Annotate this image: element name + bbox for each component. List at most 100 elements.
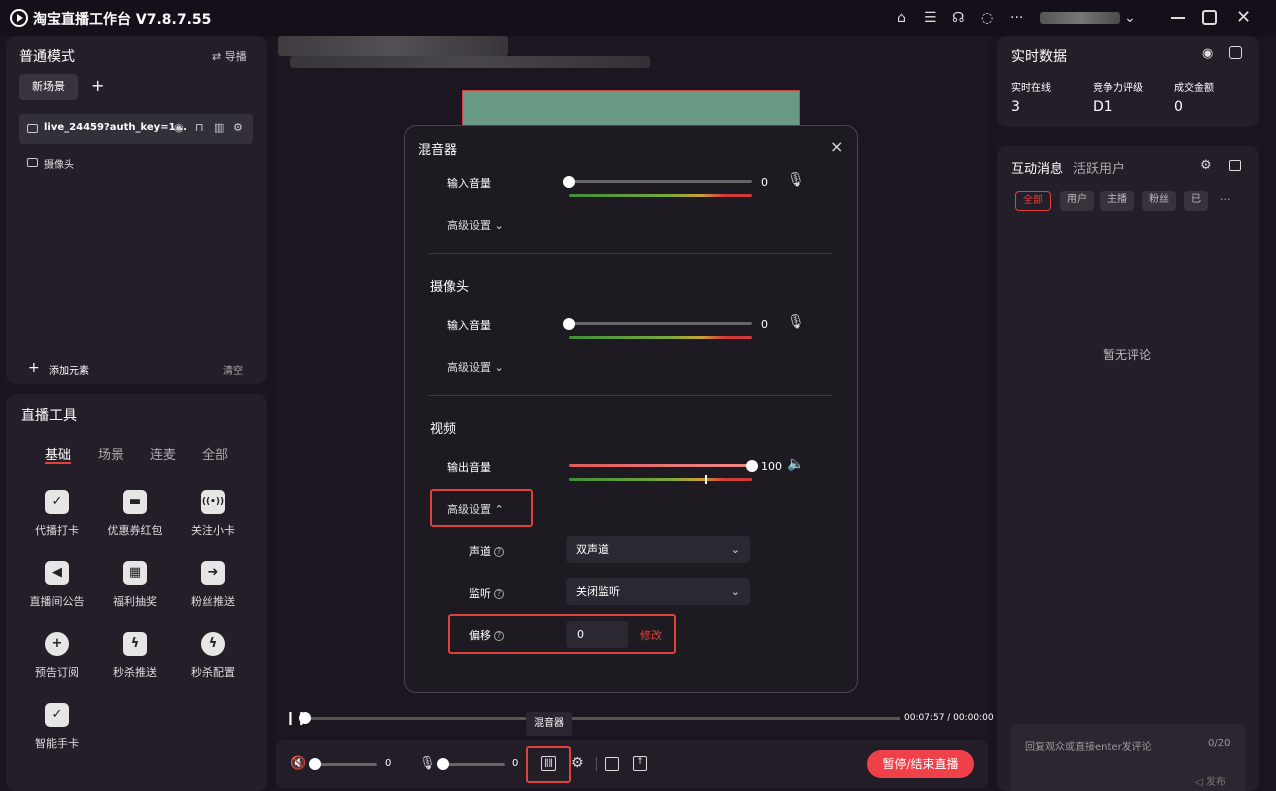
tool-smart-card[interactable]: ✓ 智能手卡	[22, 703, 92, 751]
tool-follow-card[interactable]: ((•)) 关注小卡	[178, 490, 248, 538]
list-icon[interactable]: ☰	[924, 10, 937, 26]
close-window-icon[interactable]: ✕	[1236, 7, 1251, 28]
offset-input[interactable]: 0	[566, 621, 628, 648]
trash-icon[interactable]: ▥	[214, 121, 224, 134]
push-icon: ➜	[201, 561, 225, 585]
camera-source-label[interactable]: 摄像头	[44, 156, 74, 171]
progress-track[interactable]	[305, 717, 900, 720]
tool-flash-config[interactable]: ϟ 秒杀配置	[178, 632, 248, 680]
headset-icon[interactable]: ☊	[952, 10, 964, 26]
flash-config-icon: ϟ	[201, 632, 225, 656]
tool-lottery[interactable]: ▦ 福利抽奖	[100, 561, 170, 609]
help-icon[interactable]: ?	[494, 547, 504, 557]
preview-video[interactable]	[462, 90, 800, 130]
tab-scene[interactable]: 场景	[98, 444, 124, 463]
end-live-button[interactable]: 暂停/结束直播	[867, 750, 974, 778]
channel-select[interactable]: 双声道 ⌄	[566, 536, 750, 563]
mixer-icon[interactable]: ǁǁ	[541, 756, 556, 771]
mic-volume-knob[interactable]	[437, 758, 449, 770]
mic-muted-icon[interactable]: 🎙	[787, 172, 805, 188]
monitor-select[interactable]: 关闭监听 ⌄	[566, 578, 750, 605]
camera-input-volume-slider[interactable]	[569, 322, 752, 325]
subscribe-icon: +	[45, 632, 69, 656]
filter-fans[interactable]: 粉丝	[1142, 191, 1176, 211]
add-scene-button[interactable]: +	[91, 76, 104, 95]
help-icon[interactable]: ?	[494, 589, 504, 599]
camera-input-volume-value: 0	[761, 318, 768, 331]
chat-icon[interactable]: ◌	[981, 10, 993, 26]
top-advanced-toggle[interactable]: 高级设置 ⌄	[447, 217, 504, 233]
filter-user[interactable]: 用户	[1060, 191, 1094, 211]
top-input-volume-slider[interactable]	[569, 180, 752, 183]
video-level-meter	[569, 478, 752, 481]
top-input-volume-knob[interactable]	[563, 176, 575, 188]
video-output-volume-knob[interactable]	[746, 460, 758, 472]
send-button[interactable]: ◁ 发布	[1195, 773, 1226, 788]
more-filters[interactable]: ···	[1220, 193, 1231, 206]
settings-icon[interactable]: ⚙	[571, 755, 584, 771]
tool-announcement[interactable]: ◀ 直播间公告	[22, 561, 92, 609]
tab-basic[interactable]: 基础	[45, 444, 71, 463]
chart-icon[interactable]	[1229, 46, 1242, 59]
mixer-dialog	[404, 125, 858, 693]
filter-other[interactable]: 已	[1184, 191, 1208, 211]
video-section-title: 视频	[430, 422, 457, 437]
eye-icon[interactable]: ◉	[1202, 46, 1213, 61]
add-element-button[interactable]: 添加元素	[49, 362, 89, 377]
red-envelope-icon: ▬	[123, 490, 147, 514]
chevron-down-icon: ⌄	[730, 585, 740, 598]
speaker-muted-icon[interactable]: 🔇	[290, 756, 306, 771]
stat-label-sales: 成交金额	[1174, 83, 1214, 94]
messages-panel	[997, 146, 1259, 791]
user-account-blurred[interactable]	[1040, 12, 1120, 24]
settings-icon[interactable]: ⚙	[233, 121, 243, 134]
tool-coupon[interactable]: ▬ 优惠券红包	[100, 490, 170, 538]
filter-all[interactable]: 全部	[1015, 191, 1051, 211]
camera-mic-muted-icon[interactable]: 🎙	[787, 314, 805, 330]
tab-mic[interactable]: 连麦	[150, 444, 176, 463]
top-input-volume-label: 输入音量	[447, 177, 491, 190]
stat-value-online: 3	[1011, 99, 1020, 115]
scene-tab[interactable]: 新场景	[19, 74, 78, 100]
progress-knob[interactable]	[299, 712, 311, 724]
speaker-volume-knob[interactable]	[309, 758, 321, 770]
home-icon[interactable]: ⌂	[897, 10, 906, 26]
chevron-down-icon[interactable]: ⌄	[1124, 10, 1136, 26]
tab-active-indicator	[45, 462, 71, 464]
video-output-volume-slider[interactable]	[569, 464, 752, 467]
empty-comments: 暂无评论	[1103, 348, 1152, 362]
close-icon[interactable]: ×	[830, 137, 843, 156]
eye-icon[interactable]: ◉	[174, 121, 184, 134]
camera-input-volume-knob[interactable]	[563, 318, 575, 330]
messages-title[interactable]: 互动消息	[1011, 158, 1063, 177]
maximize-icon[interactable]	[1202, 10, 1217, 25]
modify-button[interactable]: 修改	[640, 627, 662, 643]
camera-advanced-toggle[interactable]: 高级设置 ⌄	[447, 359, 504, 375]
mic-muted-icon[interactable]: 🎙	[419, 756, 436, 771]
minimize-icon[interactable]	[1171, 17, 1185, 19]
filter-host[interactable]: 主播	[1100, 191, 1134, 211]
tool-proxy-checkin[interactable]: ✓ 代播打卡	[22, 490, 92, 538]
help-icon[interactable]: ?	[494, 631, 504, 641]
popout-icon[interactable]	[1229, 160, 1241, 171]
lock-icon[interactable]: ⊓	[195, 121, 204, 134]
clear-button[interactable]: 清空	[223, 362, 243, 377]
active-users-tab[interactable]: 活跃用户	[1073, 158, 1125, 177]
tab-all[interactable]: 全部	[202, 444, 228, 463]
mic-volume-slider[interactable]	[443, 763, 505, 766]
add-element-icon[interactable]: +	[28, 360, 40, 376]
more-icon[interactable]: ···	[1010, 10, 1023, 26]
video-advanced-toggle[interactable]: 高级设置 ⌃	[447, 501, 504, 517]
playback-time: 00:07:57 / 00:00:00	[904, 713, 994, 723]
tool-preview-subscribe[interactable]: + 预告订阅	[22, 632, 92, 680]
tool-flash-push[interactable]: ϟ 秒杀推送	[100, 632, 170, 680]
guide-button[interactable]: ⇄ 导播	[212, 48, 247, 64]
tool-fan-push[interactable]: ➜ 粉丝推送	[178, 561, 248, 609]
speaker-icon[interactable]: 🔈	[787, 456, 804, 472]
tools-title: 直播工具	[21, 408, 77, 424]
bag-icon[interactable]	[605, 757, 619, 771]
speaker-volume-slider[interactable]	[315, 763, 377, 766]
char-count: 0/20	[1208, 738, 1231, 749]
upload-icon[interactable]: ↑	[633, 756, 647, 771]
settings-icon[interactable]: ⚙	[1200, 158, 1212, 173]
